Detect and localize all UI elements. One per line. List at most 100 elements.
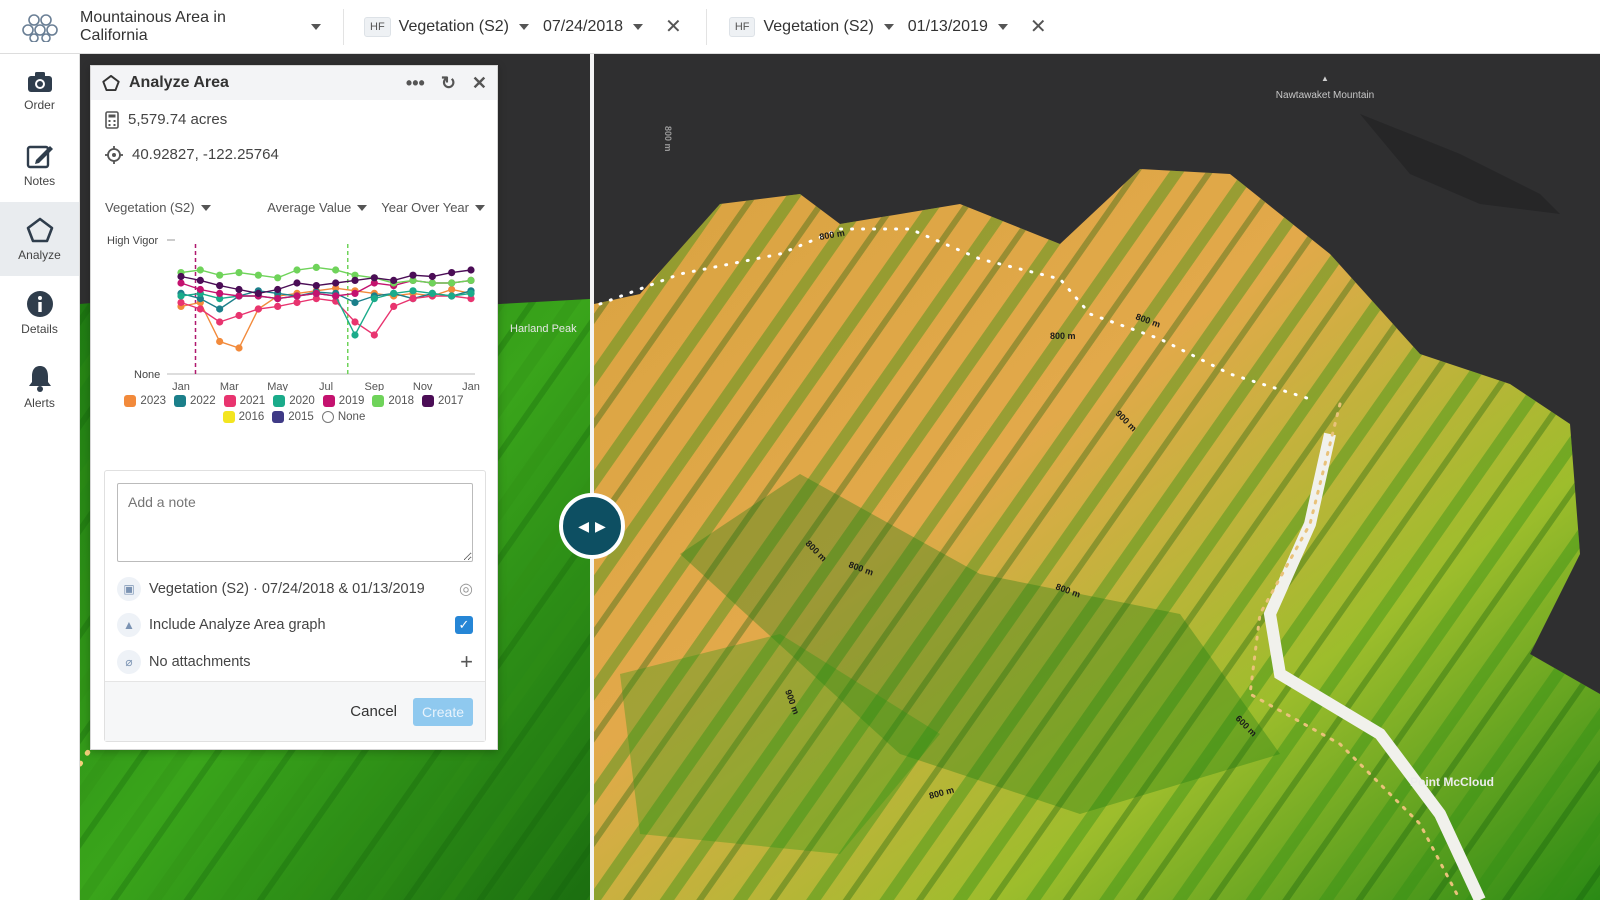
data-point[interactable] [448, 285, 456, 294]
sidebar-item-order[interactable]: Order [0, 54, 79, 128]
area-selector[interactable]: Mountainous Area in California [80, 8, 344, 45]
data-point[interactable] [312, 289, 320, 297]
refresh-icon[interactable]: ↻ [441, 73, 456, 94]
data-point[interactable] [351, 289, 359, 297]
sidebar-item-notes[interactable]: Notes [0, 128, 79, 202]
note-input[interactable] [117, 483, 473, 562]
app-logo[interactable] [0, 0, 80, 54]
data-point[interactable] [293, 266, 301, 274]
data-point[interactable] [448, 292, 456, 300]
data-point[interactable] [216, 289, 224, 297]
data-point[interactable] [196, 276, 204, 284]
data-point[interactable] [428, 272, 436, 281]
data-point[interactable] [351, 318, 359, 326]
data-point[interactable] [235, 292, 243, 300]
data-point[interactable] [274, 302, 282, 310]
layer-dropdown[interactable]: Vegetation (S2) [105, 200, 211, 215]
sidebar-item-analyze[interactable]: Analyze [0, 202, 79, 276]
data-point[interactable] [293, 292, 301, 300]
data-point[interactable] [332, 266, 340, 274]
data-point[interactable] [274, 295, 282, 303]
data-point[interactable] [332, 292, 340, 300]
close-icon[interactable]: ✕ [472, 73, 487, 94]
more-options-icon[interactable]: ••• [406, 73, 425, 94]
data-point[interactable] [312, 282, 320, 290]
data-point[interactable] [216, 305, 224, 313]
data-point[interactable] [177, 298, 185, 307]
close-left-layer-icon[interactable]: ✕ [665, 17, 682, 37]
data-point[interactable] [235, 344, 243, 352]
sidebar-item-alerts[interactable]: Alerts [0, 350, 79, 424]
locate-icon[interactable]: ◎ [459, 579, 473, 599]
data-point[interactable] [254, 305, 262, 313]
legend-item-2015[interactable]: 2015 [272, 411, 314, 423]
data-point[interactable] [467, 266, 475, 274]
legend-item-2017[interactable]: 2017 [421, 395, 464, 407]
legend-item-2022[interactable]: 2022 [174, 395, 216, 407]
close-right-layer-icon[interactable]: ✕ [1030, 17, 1047, 37]
data-point[interactable] [351, 331, 359, 339]
data-point[interactable] [467, 276, 475, 284]
data-point[interactable] [428, 279, 436, 287]
data-point[interactable] [196, 285, 204, 294]
data-point[interactable] [216, 318, 224, 326]
include-graph-checkbox[interactable]: ✓ [455, 616, 473, 634]
data-point[interactable] [312, 263, 320, 271]
data-point[interactable] [254, 289, 262, 297]
data-point[interactable] [177, 279, 185, 287]
legend-item-2016[interactable]: 2016 [222, 411, 264, 423]
legend-item-2018[interactable]: 2018 [372, 395, 414, 407]
data-point[interactable] [177, 292, 185, 300]
legend-item-2021[interactable]: 2021 [223, 395, 265, 407]
data-point[interactable] [216, 337, 224, 346]
data-point[interactable] [216, 271, 224, 279]
right-layer-selector[interactable]: HF Vegetation (S2) 01/13/2019 ✕ [728, 9, 1071, 45]
data-point[interactable] [235, 311, 243, 320]
data-point[interactable] [351, 276, 359, 284]
data-point[interactable] [351, 298, 359, 307]
data-point[interactable] [235, 269, 243, 277]
data-point[interactable] [448, 279, 456, 287]
chevron-down-icon[interactable] [518, 23, 529, 30]
swipe-divider[interactable] [590, 54, 594, 900]
data-point[interactable] [390, 289, 398, 297]
left-layer-selector[interactable]: HF Vegetation (S2) 07/24/2018 ✕ [364, 8, 707, 45]
data-point[interactable] [370, 295, 378, 303]
data-point[interactable] [216, 282, 224, 290]
add-attachment-icon[interactable]: + [460, 649, 473, 675]
data-point[interactable] [274, 274, 282, 282]
data-point[interactable] [390, 302, 398, 310]
sidebar-item-details[interactable]: Details [0, 276, 79, 350]
data-point[interactable] [409, 295, 417, 303]
mode-dropdown[interactable]: Year Over Year [381, 200, 485, 215]
data-point[interactable] [390, 276, 398, 284]
data-point[interactable] [409, 287, 417, 295]
data-point[interactable] [274, 285, 282, 294]
legend-item-2019[interactable]: 2019 [322, 395, 364, 407]
legend-item-none[interactable]: None [321, 411, 365, 423]
create-button[interactable]: Create [413, 697, 473, 726]
data-point[interactable] [409, 271, 417, 279]
data-point[interactable] [196, 305, 204, 313]
data-point[interactable] [332, 279, 340, 287]
chevron-down-icon[interactable] [997, 23, 1008, 30]
data-point[interactable] [428, 289, 436, 297]
data-point[interactable] [235, 285, 243, 294]
data-point[interactable] [448, 269, 456, 277]
data-point[interactable] [254, 271, 262, 279]
data-point[interactable] [293, 279, 301, 287]
vigor-chart[interactable]: High Vigor None Jan Mar May Jul Sep Nov Jan [91, 229, 497, 393]
data-point[interactable] [293, 298, 301, 307]
legend-item-2020[interactable]: 2020 [273, 395, 315, 407]
data-point[interactable] [196, 266, 204, 274]
data-point[interactable] [370, 274, 378, 282]
metric-dropdown[interactable]: Average Value [267, 200, 368, 215]
chevron-down-icon[interactable] [633, 23, 644, 30]
chevron-down-icon[interactable] [883, 23, 894, 30]
data-point[interactable] [370, 331, 378, 339]
cancel-button[interactable]: Cancel [350, 703, 397, 720]
data-point[interactable] [467, 289, 475, 297]
legend-item-2023[interactable]: 2023 [124, 395, 166, 407]
swipe-handle[interactable]: ◀ ▶ [559, 493, 625, 559]
data-point[interactable] [177, 272, 185, 281]
